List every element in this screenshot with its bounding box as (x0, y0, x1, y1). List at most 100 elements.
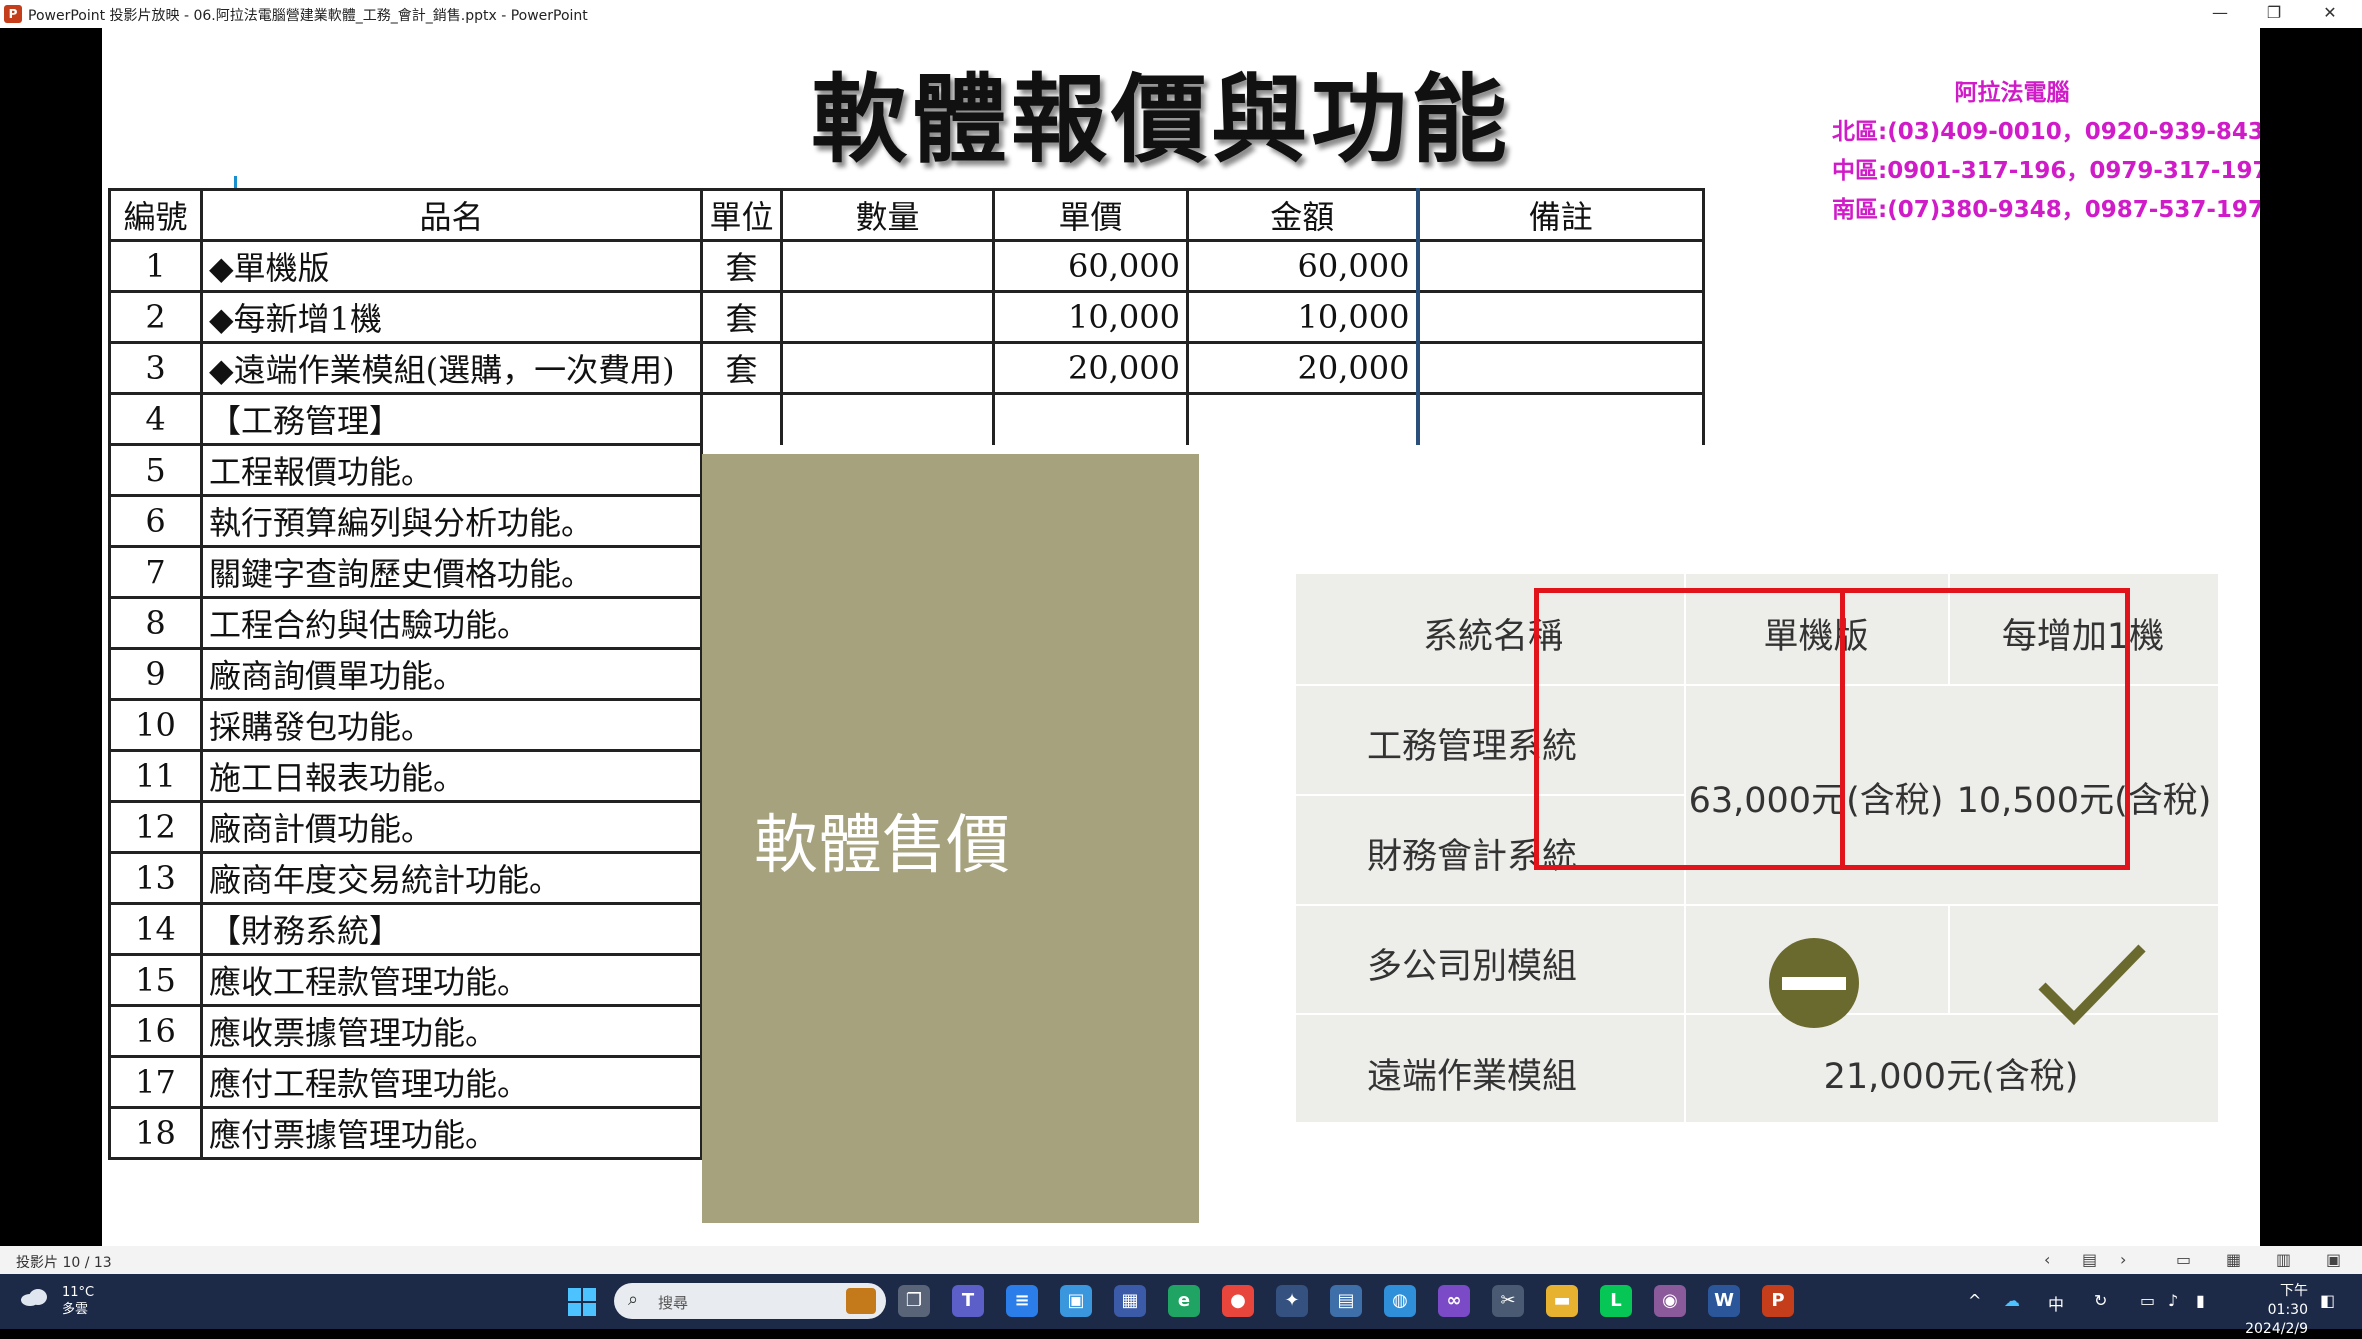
row-number: 2 (108, 290, 203, 344)
header-amount: 金額 (1186, 188, 1420, 242)
highlight-box (1534, 588, 2130, 870)
slide-menu-icon[interactable]: ▤ (2082, 1250, 2097, 1269)
photos-icon[interactable]: ▣ (1060, 1285, 1092, 1317)
row-name: 工程報價功能。 (200, 443, 703, 497)
compare-price-remote: 21,000元(含稅) (1823, 1057, 2079, 1097)
slide-counter: 投影片 10 / 13 (16, 1255, 112, 1271)
contact-south: 南區:(07)380-9348，0987-537-197 (1832, 197, 2260, 223)
row-amount: 10,000 (1186, 290, 1420, 344)
row-name: 應付票據管理功能。 (200, 1106, 703, 1160)
notepad-icon[interactable]: ≡ (1006, 1285, 1038, 1317)
ime-mode[interactable]: 中 (2048, 1291, 2064, 1315)
contact-company: 阿拉法電腦 (1954, 80, 2070, 106)
weather-desc: 多雲 (62, 1302, 89, 1317)
row-name: 廠商詢價單功能。 (200, 647, 703, 701)
row-name: 應付工程款管理功能。 (200, 1055, 703, 1109)
row-amount: 20,000 (1186, 341, 1420, 395)
checkmark-icon (2038, 944, 2146, 1026)
chrome-icon[interactable]: ● (1222, 1285, 1254, 1317)
row-name: 關鍵字查詢歷史價格功能。 (200, 545, 703, 599)
media-icon[interactable]: ◉ (1654, 1285, 1686, 1317)
search-placeholder: 搜尋 (658, 1294, 689, 1312)
row-number: 16 (108, 1004, 203, 1058)
chevron-up-icon[interactable]: ^ (1968, 1291, 1981, 1310)
table-row: 3 ◆遠端作業模組(選購，一次費用) 套 20,000 20,000 (108, 341, 1705, 395)
row-number: 8 (108, 596, 203, 650)
clock-date: 2024/2/9 (2245, 1321, 2308, 1337)
slide-sorter-icon[interactable]: ▦ (2226, 1250, 2241, 1269)
row-unit: 套 (700, 341, 783, 395)
file-explorer-icon[interactable]: ▬ (1546, 1285, 1578, 1317)
row-name: 採購發包功能。 (200, 698, 703, 752)
header-unit: 單位 (700, 188, 783, 242)
ime-switch-icon[interactable]: ↻ (2094, 1291, 2107, 1310)
clock-time: 下午 01:30 (2267, 1283, 2308, 1318)
close-button[interactable]: ✕ (2306, 0, 2354, 28)
app-icon[interactable]: ✦ (1276, 1285, 1308, 1317)
taskbar-search[interactable]: ⌕ 搜尋 (614, 1283, 886, 1319)
tools-icon[interactable]: ✂ (1492, 1285, 1524, 1317)
highlight-box-divider (1840, 588, 1845, 870)
row-name: 應收票據管理功能。 (200, 1004, 703, 1058)
header-no: 編號 (108, 188, 203, 242)
row-name: ◆遠端作業模組(選購，一次費用) (200, 341, 703, 395)
visual-studio-icon[interactable]: ∞ (1438, 1285, 1470, 1317)
teams-icon[interactable]: T (952, 1285, 984, 1317)
slide-canvas[interactable]: 軟體報價與功能 阿拉法電腦 北區:(03)409-0010，0920-939-8… (102, 28, 2260, 1246)
windows-start-icon[interactable] (568, 1288, 596, 1316)
row-price: 20,000 (992, 341, 1189, 395)
contact-info: 阿拉法電腦 北區:(03)409-0010，0920-939-843 中區:09… (1832, 74, 2260, 230)
taskbar-clock[interactable]: 下午 01:30 2024/2/9 (2236, 1282, 2308, 1339)
row-name: 應收工程款管理功能。 (200, 953, 703, 1007)
globe-icon[interactable]: ◍ (1384, 1285, 1416, 1317)
reading-view-icon[interactable]: ▥ (2276, 1250, 2291, 1269)
notification-icon[interactable]: ◧ (2320, 1291, 2335, 1310)
row-name: 執行預算編列與分析功能。 (200, 494, 703, 548)
minus-circle-icon (1769, 938, 1859, 1028)
table-row: 1 ◆單機版套 60,000 60,000 (108, 239, 1705, 293)
row-price: 10,000 (992, 290, 1189, 344)
restore-button[interactable]: ❐ (2250, 0, 2298, 28)
row-number: 17 (108, 1055, 203, 1109)
network-icon[interactable]: ▭ (2140, 1291, 2155, 1310)
line-icon[interactable]: L (1600, 1285, 1632, 1317)
row-number: 6 (108, 494, 203, 548)
previous-slide-icon[interactable]: ‹ (2044, 1250, 2050, 1269)
minimize-button[interactable]: — (2196, 0, 2244, 28)
header-note: 備註 (1416, 188, 1705, 242)
volume-icon[interactable]: ♪ (2168, 1291, 2178, 1310)
slideshow-icon[interactable]: ▣ (2326, 1250, 2341, 1269)
row-number: 7 (108, 545, 203, 599)
header-qty: 數量 (780, 188, 995, 242)
row-name: 工程合約與估驗功能。 (200, 596, 703, 650)
edge-icon[interactable]: e (1168, 1285, 1200, 1317)
row-number: 3 (108, 341, 203, 395)
battery-icon[interactable]: ▮ (2196, 1291, 2205, 1310)
task-view-icon[interactable]: ❐ (898, 1285, 930, 1317)
weather-temp: 11°C (62, 1285, 95, 1300)
table-row: 2 ◆每新增1機套 10,000 10,000 (108, 290, 1705, 344)
row-number: 12 (108, 800, 203, 854)
row-name: ◆每新增1機 (200, 290, 703, 344)
row-unit (700, 392, 783, 445)
windows-taskbar: 11°C 多雲 ⌕ 搜尋 ❐ T ≡ ▣ ▦ e ● ✦ ▤ ◍ ∞ ✂ ▬ L… (0, 1274, 2362, 1337)
row-name: 【工務管理】 (200, 392, 703, 446)
monitor-icon[interactable]: ▤ (1330, 1285, 1362, 1317)
normal-view-icon[interactable]: ▭ (2176, 1250, 2191, 1269)
row-name: ◆單機版 (200, 239, 703, 293)
row-number: 5 (108, 443, 203, 497)
grid-divider (1948, 904, 1950, 1013)
word-icon[interactable]: W (1708, 1285, 1740, 1317)
search-icon: ⌕ (628, 1289, 639, 1310)
row-note (1416, 392, 1705, 445)
row-note (1416, 239, 1705, 293)
powerpoint-icon[interactable]: P (1762, 1285, 1794, 1317)
row-name: 【財務系統】 (200, 902, 703, 956)
next-slide-icon[interactable]: › (2120, 1250, 2126, 1269)
row-name: 廠商計價功能。 (200, 800, 703, 854)
window-title: PowerPoint 投影片放映 - 06.阿拉法電腦營建業軟體_工務_會計_銷… (28, 8, 588, 24)
onedrive-icon[interactable]: ☁ (2004, 1291, 2020, 1310)
row-qty (780, 239, 995, 293)
store-icon[interactable]: ▦ (1114, 1285, 1146, 1317)
header-price: 單價 (992, 188, 1189, 242)
